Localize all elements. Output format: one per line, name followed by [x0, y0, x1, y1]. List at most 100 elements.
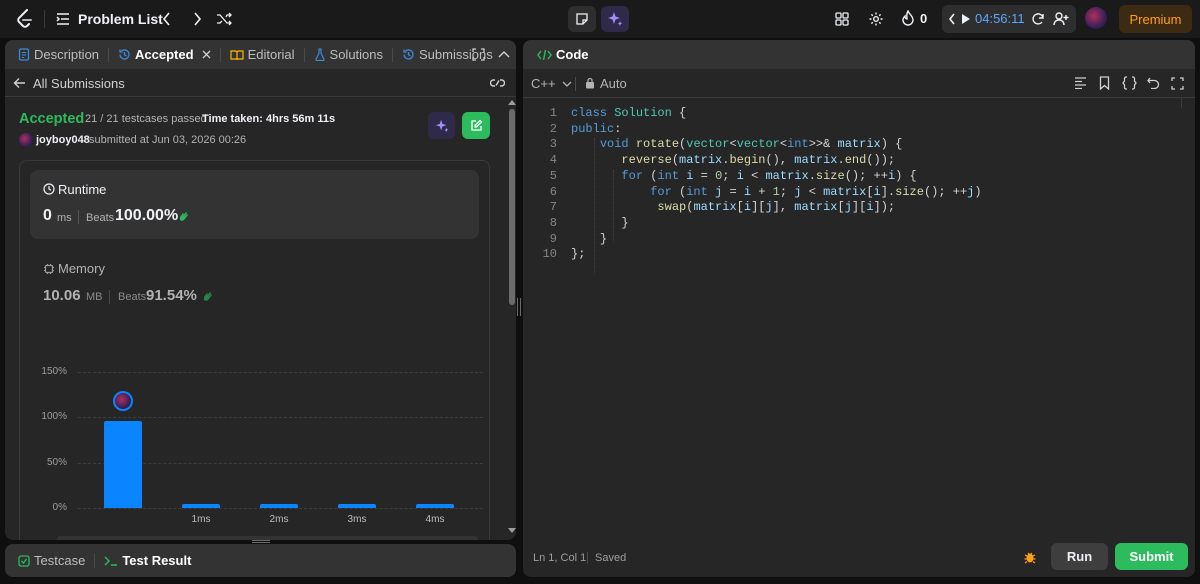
undo-icon[interactable]: [1147, 77, 1160, 89]
bar-3ms[interactable]: [338, 504, 376, 508]
clap-icon: [177, 210, 190, 223]
bar-4ms[interactable]: [416, 504, 454, 508]
book-icon: [229, 49, 244, 61]
code-editor-panel: Code C++ Auto 1 2 3 4 5 6 7 8 9 10 class Solution…: [523, 40, 1195, 577]
cursor-position: Ln 1, Col 1: [533, 552, 587, 564]
tab-divider: [94, 553, 96, 568]
memory-section[interactable]: Memory 10.06 MB Beats 91.54%: [30, 249, 479, 309]
chip-icon: [43, 263, 55, 275]
tab-accepted-label: Accepted: [135, 47, 194, 62]
scroll-up-icon[interactable]: [508, 99, 516, 105]
runtime-card[interactable]: Runtime 0 ms Beats 100.00%: [30, 170, 479, 239]
grid-line: [78, 417, 483, 419]
divider: [78, 210, 79, 224]
chevron-up-icon[interactable]: [498, 50, 510, 58]
code-area[interactable]: 1 2 3 4 5 6 7 8 9 10 class Solution { public: voi…: [523, 98, 1195, 538]
scrollbar-thumb[interactable]: [509, 109, 515, 305]
tab-code[interactable]: Code: [532, 40, 594, 69]
streak-flame-icon[interactable]: [901, 10, 915, 27]
user-avatar[interactable]: [1085, 7, 1107, 29]
tab-divider: [303, 47, 305, 62]
submitter-name[interactable]: joyboy048: [36, 134, 90, 146]
y-tick-label: 0%: [52, 502, 67, 513]
layout-grid-icon[interactable]: [835, 12, 849, 26]
ai-assist-button[interactable]: [601, 6, 629, 32]
chevron-right-icon[interactable]: [192, 11, 202, 27]
ai-analyze-button[interactable]: [428, 112, 455, 139]
timer-value[interactable]: 04:56:11: [975, 11, 1025, 26]
braces-icon[interactable]: [1122, 76, 1137, 90]
lock-icon: [585, 77, 595, 89]
runtime-distribution-chart[interactable]: 150%100%50%0%1ms2ms3ms4ms1ms2ms3ms4ms: [5, 357, 516, 540]
tab-testcase[interactable]: Testcase: [13, 544, 90, 577]
line-number: 2: [549, 121, 557, 136]
notes-button[interactable]: [568, 6, 596, 32]
tab-test-result[interactable]: Test Result: [99, 544, 196, 577]
tab-editorial[interactable]: Editorial: [225, 40, 300, 69]
tab-accepted[interactable]: Accepted: [113, 40, 216, 69]
submission-panel: Description Accepted Editorial Solutions…: [5, 40, 516, 540]
memory-value: 10.06: [43, 287, 81, 304]
indent-guide: [613, 170, 614, 242]
arrow-left-icon[interactable]: [13, 77, 26, 89]
edit-button[interactable]: [462, 112, 490, 139]
premium-button[interactable]: Premium: [1119, 5, 1192, 33]
bar-1ms[interactable]: [182, 504, 220, 508]
link-icon[interactable]: [490, 77, 505, 89]
all-submissions-link[interactable]: All Submissions: [33, 76, 125, 91]
tab-solutions-label: Solutions: [329, 47, 384, 62]
bar-0ms[interactable]: [104, 420, 142, 508]
divider: [587, 552, 588, 564]
horizontal-resize-handle[interactable]: [252, 540, 270, 543]
time-taken: Time taken: 4hrs 56m 11s: [202, 113, 336, 125]
editor-toolbar: C++ Auto: [523, 69, 1195, 98]
clap-icon: [201, 290, 214, 303]
add-user-icon[interactable]: [1053, 12, 1069, 26]
debug-bug-icon[interactable]: [1023, 550, 1037, 564]
sparkle-icon: [607, 11, 623, 27]
run-button[interactable]: Run: [1051, 543, 1108, 570]
bar-2ms[interactable]: [260, 504, 298, 508]
divider: [109, 290, 110, 304]
reset-icon[interactable]: [1031, 12, 1045, 26]
chevron-left-icon[interactable]: [162, 11, 172, 27]
close-icon[interactable]: [202, 50, 211, 59]
format-icon[interactable]: [1074, 77, 1087, 89]
edit-icon: [470, 119, 483, 132]
leetcode-logo-icon[interactable]: [16, 9, 34, 29]
tab-solutions[interactable]: Solutions: [309, 40, 388, 69]
bookmark-icon[interactable]: [1099, 76, 1110, 90]
auto-mode[interactable]: Auto: [600, 76, 627, 91]
submit-label: Submit: [1129, 549, 1174, 564]
scrollbar-track[interactable]: [508, 97, 516, 540]
all-submissions-row[interactable]: All Submissions: [5, 69, 516, 97]
runtime-label: Runtime: [58, 182, 107, 197]
scroll-down-icon[interactable]: [508, 528, 516, 534]
editor-scrollbar[interactable]: [1181, 98, 1193, 108]
panel-resize-handle[interactable]: [517, 298, 521, 316]
x-tick-label: 2ms: [269, 514, 289, 525]
maximize-icon[interactable]: [472, 48, 485, 61]
indent-guide: [594, 138, 595, 274]
runtime-value: 0: [43, 207, 52, 224]
y-tick-label: 50%: [46, 456, 67, 468]
problem-list-link[interactable]: Problem List: [78, 11, 163, 27]
code-tab-bar: Code: [523, 40, 1195, 69]
tab-description[interactable]: Description: [13, 40, 104, 69]
shuffle-icon[interactable]: [216, 11, 232, 27]
language-select[interactable]: C++: [531, 76, 572, 91]
user-avatar[interactable]: [19, 133, 33, 147]
list-icon[interactable]: [56, 12, 70, 26]
flask-icon: [314, 48, 326, 61]
code-brackets-icon: [537, 49, 552, 61]
memory-beats-label: Beats: [118, 291, 147, 303]
language-value: C++: [531, 76, 556, 91]
line-number: 3: [549, 137, 557, 152]
settings-gear-icon[interactable]: [868, 11, 884, 27]
console-panel: Testcase Test Result: [5, 544, 516, 577]
tab-testcase-label: Testcase: [34, 553, 86, 568]
collapse-chevron-icon[interactable]: [948, 12, 956, 26]
play-icon[interactable]: [961, 13, 971, 25]
submit-button[interactable]: Submit: [1115, 543, 1188, 570]
maximize-icon[interactable]: [1171, 77, 1184, 90]
